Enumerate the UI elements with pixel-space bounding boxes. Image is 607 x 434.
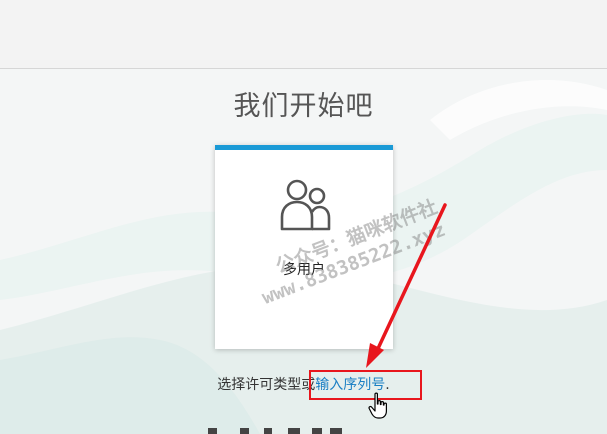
clipped-glyph (330, 428, 342, 434)
clipped-glyph (264, 428, 272, 434)
page-title: 我们开始吧 (233, 91, 374, 122)
license-type-label: 多用户 (283, 262, 325, 278)
license-prompt: 选择许可类型或输入序列号. (0, 374, 607, 396)
clipped-glyph (208, 428, 217, 434)
clipped-glyph (312, 428, 322, 434)
card-accent-bar (215, 145, 393, 150)
prompt-period: . (385, 377, 390, 393)
clipped-text-row (208, 426, 408, 434)
top-bar (0, 0, 607, 69)
clipped-glyph (288, 428, 300, 434)
enter-serial-link[interactable]: 输入序列号 (315, 377, 385, 393)
license-card-multi-user[interactable]: 多用户 (215, 145, 393, 349)
clipped-glyph (240, 428, 249, 434)
users-icon (280, 179, 331, 231)
prompt-text: 选择许可类型或 (217, 377, 316, 393)
